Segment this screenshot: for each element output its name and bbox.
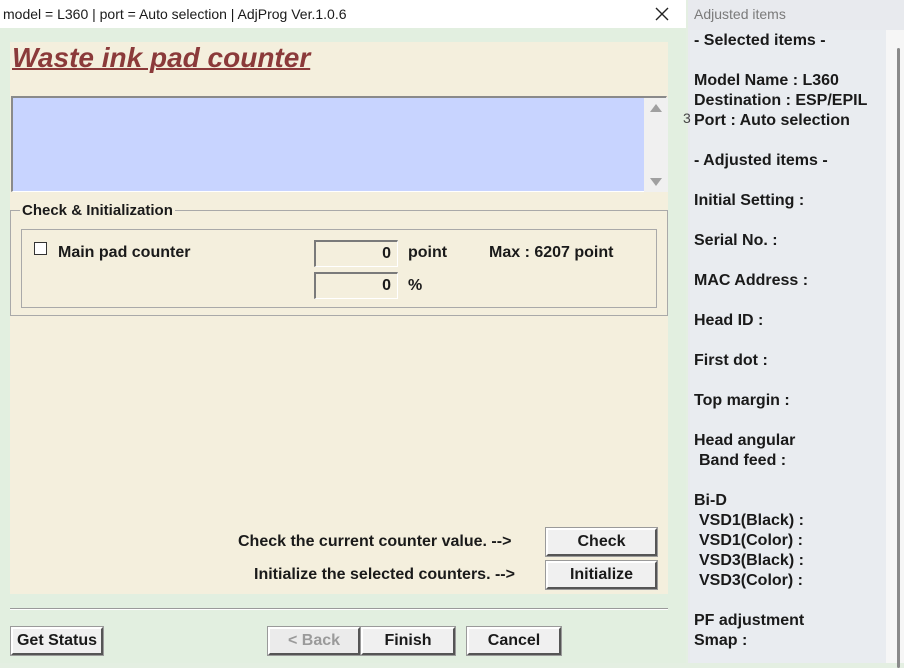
list-item: - Selected items -	[694, 32, 826, 49]
list-item: Model Name : L360	[694, 72, 839, 89]
scroll-down-icon[interactable]	[650, 178, 662, 186]
close-button[interactable]	[640, 0, 684, 28]
list-item: Head angular	[694, 432, 796, 449]
max-point-label: Max : 6207 point	[489, 244, 614, 261]
list-item: Top margin :	[694, 392, 790, 409]
check-hint: Check the current counter value. -->	[238, 533, 512, 550]
list-item: PF adjustment	[694, 612, 805, 629]
message-scrollbar[interactable]	[644, 98, 668, 192]
adjusted-items-title: Adjusted items	[694, 6, 786, 22]
percent-value-field: 0	[314, 272, 398, 299]
finish-button[interactable]: Finish	[360, 626, 456, 656]
adjusted-items-scrollbar[interactable]	[886, 30, 904, 663]
list-item: First dot :	[694, 352, 768, 369]
initialize-button[interactable]: Initialize	[545, 560, 658, 590]
list-item: Smap :	[694, 632, 748, 649]
initialize-hint: Initialize the selected counters. -->	[254, 566, 515, 583]
list-item: MAC Address :	[694, 272, 809, 289]
group-title: Check & Initialization	[20, 202, 175, 219]
message-area[interactable]	[11, 96, 667, 192]
list-item: - Adjusted items -	[694, 152, 828, 169]
list-item: VSD3(Color) :	[699, 572, 803, 589]
main-pad-counter-checkbox[interactable]	[34, 242, 47, 255]
cancel-button[interactable]: Cancel	[466, 626, 562, 656]
scroll-up-icon[interactable]	[650, 104, 662, 112]
list-item: VSD3(Black) :	[699, 552, 804, 569]
list-item: Band feed :	[699, 452, 787, 469]
list-item: Bi-D	[694, 492, 727, 509]
scrollbar-thumb[interactable]	[897, 48, 900, 668]
page-title: Waste ink pad counter	[12, 42, 311, 73]
point-unit-label: point	[408, 244, 448, 261]
list-item: Port : Auto selection	[694, 112, 850, 129]
check-button[interactable]: Check	[545, 527, 658, 557]
background-fragment: 3	[683, 110, 691, 126]
list-item: Initial Setting :	[694, 192, 805, 209]
list-item: Serial No. :	[694, 232, 778, 249]
percent-unit-label: %	[408, 277, 423, 294]
separator	[10, 608, 668, 610]
list-item: VSD1(Color) :	[699, 532, 803, 549]
close-icon	[655, 7, 669, 21]
back-button[interactable]: < Back	[267, 626, 361, 656]
list-item: Head ID :	[694, 312, 764, 329]
main-pad-counter-label: Main pad counter	[58, 244, 191, 261]
get-status-button[interactable]: Get Status	[10, 626, 104, 656]
list-item: VSD1(Black) :	[699, 512, 804, 529]
point-value-field: 0	[314, 240, 398, 267]
list-item: Destination : ESP/EPIL	[694, 92, 868, 109]
window-title: model = L360 | port = Auto selection | A…	[3, 6, 347, 22]
